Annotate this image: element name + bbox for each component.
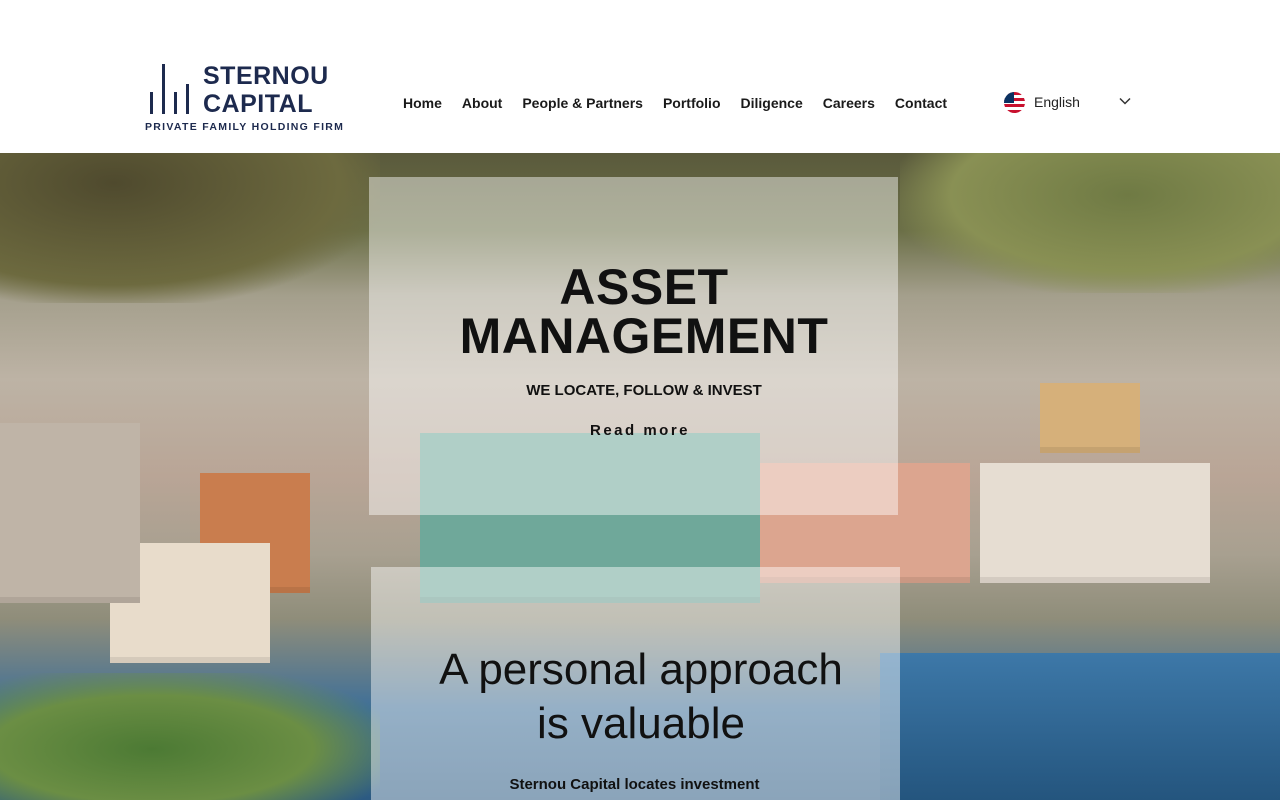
logo-bars-icon [150,64,190,114]
nav-item-contact[interactable]: Contact [885,93,957,113]
chevron-down-icon [1119,97,1131,105]
nav-item-portfolio[interactable]: Portfolio [653,93,731,113]
site-header: STERNOU CAPITAL PRIVATE FAMILY HOLDING F… [0,0,1280,153]
language-label: English [1034,94,1080,110]
hero-image-lake [880,653,1280,800]
hero-image-park [0,673,380,800]
nav-item-home[interactable]: Home [393,93,452,113]
nav-item-people-partners[interactable]: People & Partners [512,93,653,113]
logo[interactable]: STERNOU CAPITAL PRIVATE FAMILY HOLDING F… [145,60,360,135]
hero-image-building [980,463,1210,583]
hero-image-hillside-right [900,153,1280,293]
hero-title: ASSET MANAGEMENT [459,259,829,364]
logo-name: STERNOU CAPITAL [203,62,329,118]
hero-subtitle: WE LOCATE, FOLLOW & INVEST [526,382,762,399]
hero-image-building [1040,383,1140,453]
hero-section: ASSET MANAGEMENT WE LOCATE, FOLLOW & INV… [0,153,1280,800]
nav-item-diligence[interactable]: Diligence [731,93,813,113]
nav-item-about[interactable]: About [452,93,512,113]
hero-image-hillside [0,153,380,303]
hero-image-building [0,423,140,603]
nav-item-careers[interactable]: Careers [813,93,885,113]
read-more-button[interactable]: Read more [369,422,911,439]
language-selector[interactable]: English [1004,90,1132,114]
section-body-text: Sternou Capital locates investment [509,776,760,793]
section-title: A personal approach is valuable [439,645,843,748]
logo-tagline: PRIVATE FAMILY HOLDING FIRM [145,121,345,133]
main-nav: Home About People & Partners Portfolio D… [393,93,957,113]
us-flag-icon [1004,91,1025,113]
